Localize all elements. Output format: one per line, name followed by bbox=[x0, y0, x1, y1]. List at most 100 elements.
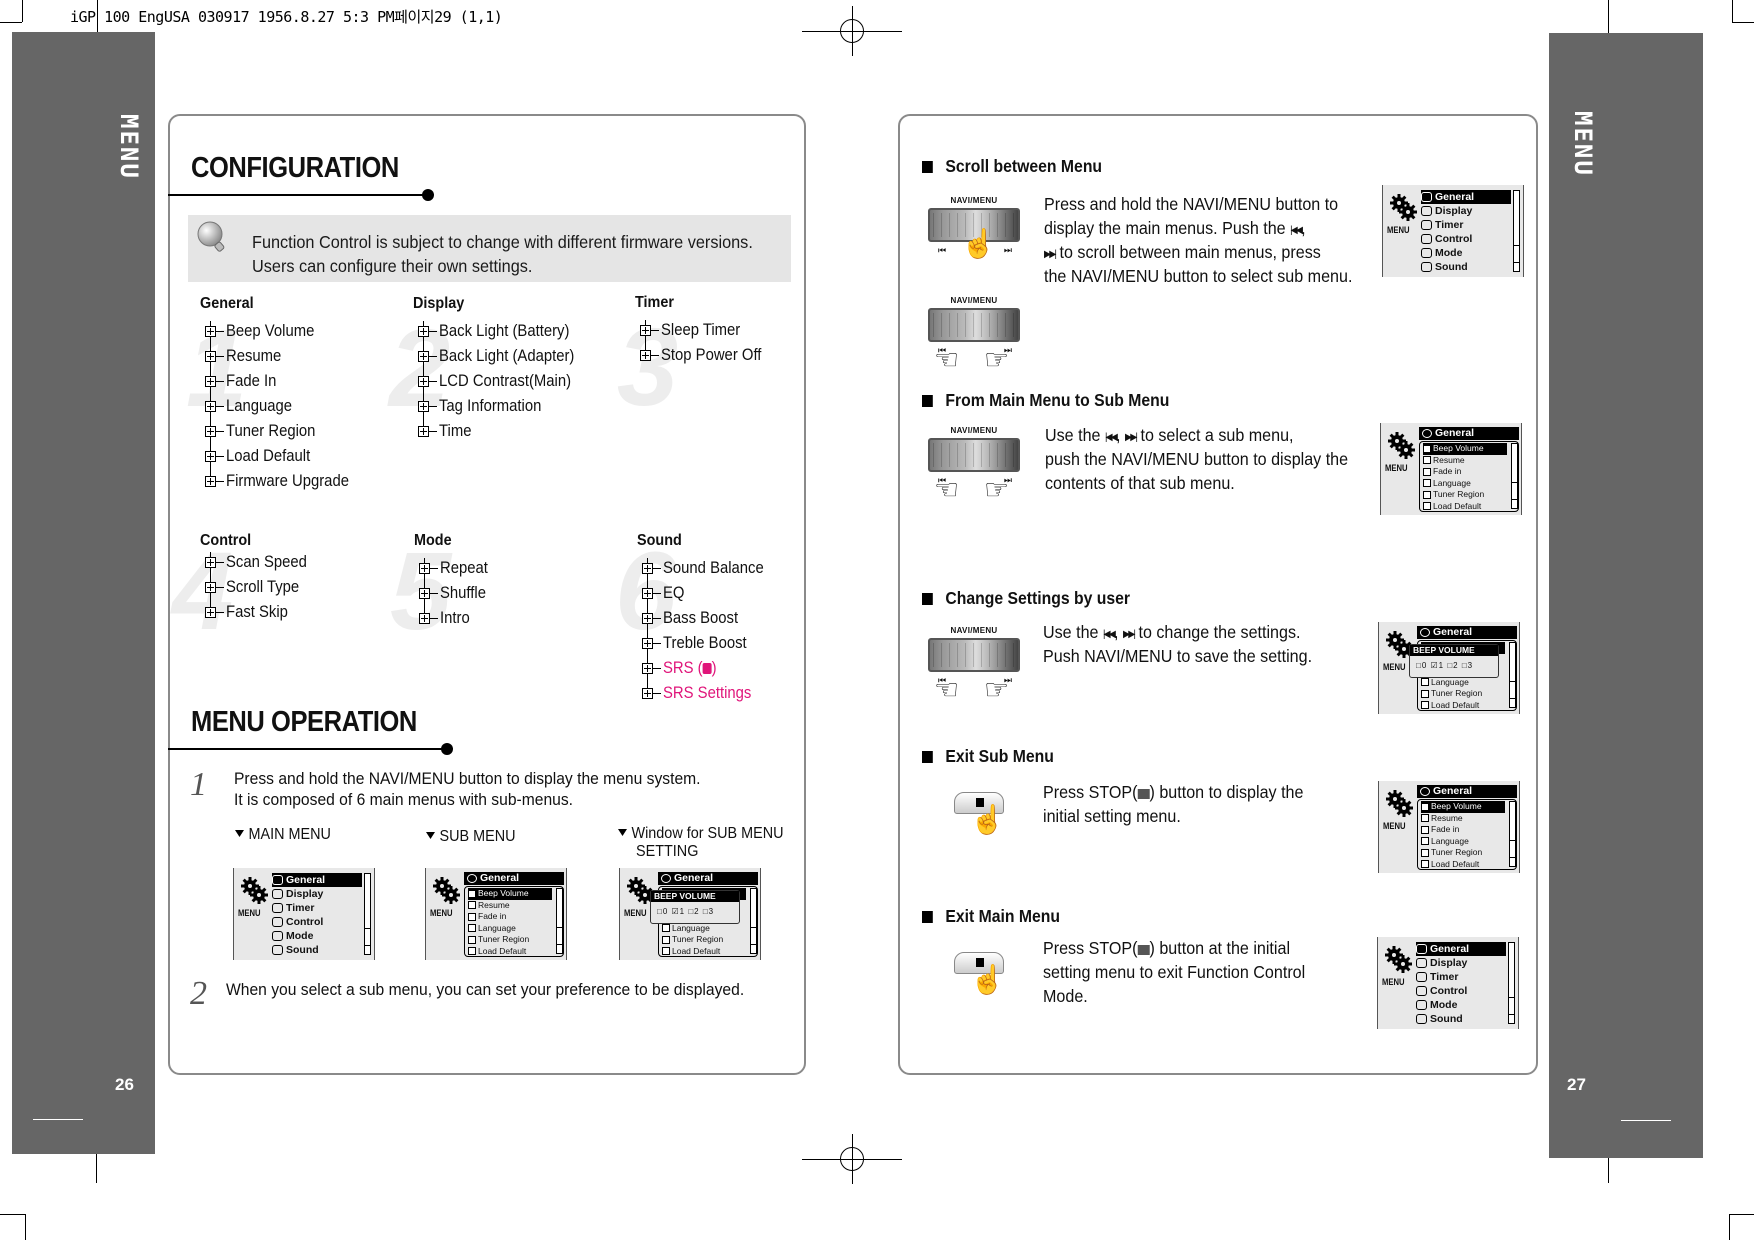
item-text: initial setting menu. bbox=[1043, 806, 1181, 826]
expand-icon bbox=[468, 912, 476, 921]
expand-icon bbox=[642, 638, 653, 649]
step-text: When you select a sub menu, you can set … bbox=[226, 980, 745, 999]
scrollbar bbox=[1509, 642, 1516, 708]
lcd-sub-row: Tuner Region bbox=[1423, 489, 1507, 501]
item-title: Change Settings by user bbox=[922, 588, 1130, 609]
crop-mark bbox=[25, 1214, 26, 1240]
tree-item: Resume bbox=[204, 344, 363, 369]
item-title: Exit Main Menu bbox=[922, 906, 1060, 927]
tree-item: Sleep Timer bbox=[639, 318, 773, 343]
group-title: General bbox=[200, 295, 254, 312]
info-line: Function Control is subject to change wi… bbox=[252, 232, 753, 252]
lcd-sub-row: Language bbox=[1423, 478, 1507, 490]
config-group-timer: 3 Timer Sleep Timer Stop Power Off bbox=[617, 294, 773, 429]
expand-icon bbox=[1421, 814, 1429, 823]
expand-icon bbox=[205, 376, 216, 387]
expand-icon bbox=[642, 663, 653, 674]
lcd-sub-row: Beep Volume bbox=[468, 888, 552, 900]
group-title: Display bbox=[413, 295, 465, 312]
lcd-menu-row: Control bbox=[272, 915, 362, 929]
triangle-down-icon bbox=[235, 830, 244, 837]
stop-icon bbox=[1137, 789, 1150, 799]
tree-item: Bass Boost bbox=[641, 606, 775, 631]
group-title: Control bbox=[200, 532, 252, 549]
expand-icon bbox=[1423, 502, 1431, 511]
menu-item-icon bbox=[1421, 206, 1432, 216]
menu-item-icon bbox=[1416, 958, 1427, 968]
gear-icon bbox=[1388, 432, 1415, 459]
item-text: Push NAVI/MENU to save the setting. bbox=[1043, 646, 1313, 666]
bullet-icon bbox=[922, 750, 933, 763]
pointing-hand-icon: ☝ bbox=[970, 804, 1005, 835]
tree-item: Fast Skip bbox=[204, 600, 316, 625]
crop-mark bbox=[1621, 1120, 1671, 1121]
item-text: Press and hold the NAVI/MENU button to bbox=[1044, 194, 1339, 214]
title-rule bbox=[168, 194, 428, 196]
menu-item-icon bbox=[272, 875, 283, 885]
expand-icon bbox=[1423, 467, 1431, 476]
skip-forward-icon: ⏭ bbox=[1003, 245, 1012, 255]
lcd-menu-row: General bbox=[1421, 190, 1511, 204]
navi-menu-button-illustration: NAVI/MENU ⏮ ⏭ ☜ ☞ bbox=[928, 426, 1020, 504]
menu-label: MENU bbox=[1387, 225, 1410, 235]
config-group-control: 4 Control Scan Speed Scroll Type Fast Sk… bbox=[172, 530, 316, 653]
item-text: display the main menus. Push the |◀◀, bbox=[1044, 216, 1306, 243]
main-menu-list: General Display Timer Control Mode Sound bbox=[272, 873, 362, 957]
right-side-tab: MENU 27 bbox=[1549, 33, 1703, 1158]
expand-icon bbox=[1421, 689, 1429, 698]
navi-label: NAVI/MENU bbox=[950, 626, 998, 635]
shot-label: Window for SUB MENU bbox=[618, 825, 784, 843]
item-text: ▶▶| to scroll between main menus, press bbox=[1044, 240, 1321, 267]
gear-icon bbox=[1385, 946, 1412, 973]
lcd-sub-row: Fade in bbox=[1421, 824, 1505, 836]
tree-item: EQ bbox=[641, 581, 775, 606]
expand-icon bbox=[642, 588, 653, 599]
item-text: Press STOP() button to display the bbox=[1043, 782, 1304, 802]
sub-menu-list: Beep VolumeResumeFade inLanguageTuner Re… bbox=[1421, 801, 1505, 870]
expand-icon bbox=[419, 588, 430, 599]
lcd-menu-row: Timer bbox=[1421, 218, 1511, 232]
expand-icon bbox=[468, 901, 476, 910]
lcd-sub-row: Resume bbox=[1421, 813, 1505, 825]
srs-icon bbox=[702, 663, 712, 674]
lcd-menu-row: Display bbox=[1421, 204, 1511, 218]
expand-icon bbox=[419, 563, 430, 574]
navi-menu-button-illustration: NAVI/MENU ⏮ ⏭ ☜ ☞ bbox=[928, 626, 1020, 704]
lcd-menu-row: Mode bbox=[1421, 246, 1511, 260]
print-header: iGP 100 EngUSA 030917 1956.8.27 5:3 PM페이… bbox=[70, 8, 503, 26]
tree-item: Back Light (Battery) bbox=[417, 319, 589, 344]
hand-left-icon: ☜ bbox=[934, 674, 960, 705]
scrollbar bbox=[1509, 801, 1516, 867]
skip-back-icon: ⏮ bbox=[938, 245, 946, 255]
lcd-sub-row: Language bbox=[468, 923, 552, 935]
tree-item: Scroll Type bbox=[204, 575, 316, 600]
expand-icon bbox=[1423, 456, 1431, 465]
navi-label: NAVI/MENU bbox=[950, 426, 998, 435]
tree: Sound Balance EQ Bass Boost Treble Boost… bbox=[637, 556, 775, 706]
navi-menu-button-illustration: NAVI/MENU ⏮ ⏭ ☝ bbox=[928, 196, 1020, 258]
scrollbar bbox=[1511, 443, 1518, 509]
lcd-sub-row: Fade in bbox=[468, 911, 552, 923]
lcd-menu-row: Sound bbox=[272, 943, 362, 957]
lcd-sub-row: Load Default bbox=[1421, 859, 1505, 871]
menu-item-icon bbox=[272, 917, 283, 927]
side-tab-title: MENU bbox=[1569, 111, 1597, 177]
lcd-main-menu: MENU General Display Timer Control Mode Sound bbox=[233, 868, 375, 960]
registration-mark bbox=[840, 19, 864, 43]
main-menu-list: General Display Timer Control Mode Sound bbox=[1416, 942, 1506, 1026]
lcd-sub-menu: MENU General Beep Volume Resume Fade in Langu… bbox=[1380, 423, 1522, 515]
navi-label: NAVI/MENU bbox=[950, 196, 998, 205]
popup-title: BEEP VOLUME bbox=[651, 891, 739, 902]
expand-icon bbox=[205, 607, 216, 618]
popup-title: BEEP VOLUME bbox=[1410, 645, 1498, 656]
navi-slider bbox=[928, 438, 1020, 472]
menu-label: MENU bbox=[1382, 977, 1405, 987]
config-group-general: 1 General Beep Volume Resume Fade In Lan… bbox=[186, 295, 363, 494]
hand-right-icon: ☞ bbox=[984, 674, 1010, 705]
hand-left-icon: ☜ bbox=[934, 474, 960, 505]
tree-item: Language bbox=[204, 394, 363, 419]
lcd-sub-row: Tuner Region bbox=[1421, 847, 1505, 859]
lcd-menu-row: Sound bbox=[1416, 1012, 1506, 1026]
navi-slider bbox=[928, 308, 1020, 342]
tree-item: Back Light (Adapter) bbox=[417, 344, 589, 369]
